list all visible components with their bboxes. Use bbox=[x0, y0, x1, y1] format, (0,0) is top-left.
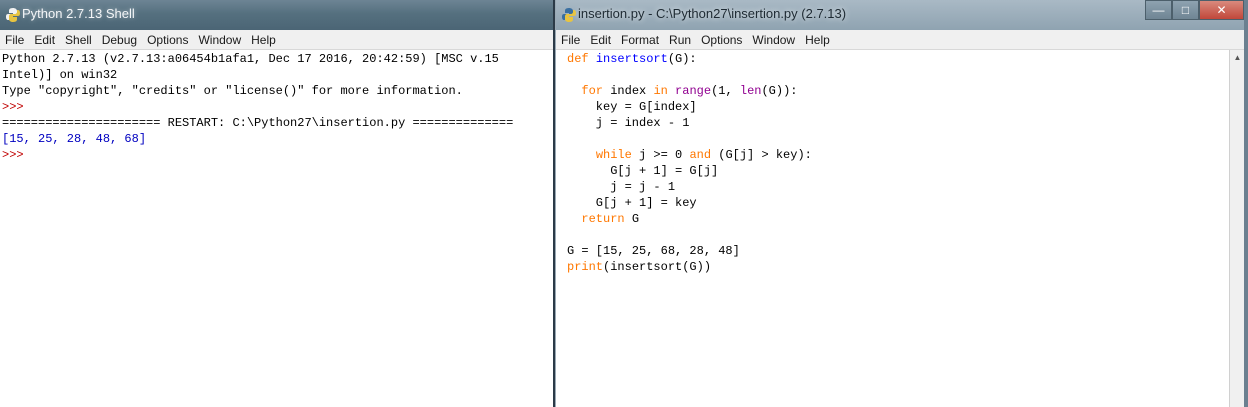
editor-title: insertion.py - C:\Python27\insertion.py … bbox=[578, 6, 847, 21]
code-token: G = [15, 25, 68, 28, 48] bbox=[567, 244, 740, 258]
code-token: len bbox=[739, 84, 762, 98]
code-editor[interactable]: def insertsort(G): for index in range(1,… bbox=[567, 51, 1228, 275]
editor-menu-options[interactable]: Options bbox=[696, 33, 747, 47]
code-token: insertsort bbox=[595, 52, 668, 66]
shell-line-out: Python 2.7.13 (v2.7.13:a06454b1afa1, Dec… bbox=[2, 52, 499, 66]
vertical-scrollbar[interactable]: ▲ bbox=[1229, 50, 1244, 407]
editor-window: insertion.py - C:\Python27\insertion.py … bbox=[555, 0, 1248, 407]
code-line: j = index - 1 bbox=[567, 115, 1228, 131]
editor-menu-window[interactable]: Window bbox=[747, 33, 800, 47]
shell-menu-options[interactable]: Options bbox=[142, 33, 193, 47]
window-controls: — □ ✕ bbox=[1145, 0, 1244, 20]
editor-menu-edit[interactable]: Edit bbox=[585, 33, 616, 47]
code-line: key = G[index] bbox=[567, 99, 1228, 115]
code-line: def insertsort(G): bbox=[567, 51, 1228, 67]
shell-menu-debug[interactable]: Debug bbox=[97, 33, 142, 47]
code-token: G[j + 1] = G[j] bbox=[567, 164, 719, 178]
code-token: G[j + 1] = key bbox=[567, 196, 697, 210]
shell-line-prompt: >>> bbox=[2, 100, 31, 114]
shell-menu-help[interactable]: Help bbox=[246, 33, 281, 47]
shell-menu-shell[interactable]: Shell bbox=[60, 33, 97, 47]
editor-menu-help[interactable]: Help bbox=[800, 33, 835, 47]
scroll-up-arrow-icon[interactable]: ▲ bbox=[1230, 50, 1245, 65]
code-token: (G)): bbox=[761, 84, 798, 98]
code-line: G[j + 1] = key bbox=[567, 195, 1228, 211]
code-token: def bbox=[567, 52, 596, 66]
code-token: print bbox=[567, 260, 604, 274]
code-line: return G bbox=[567, 211, 1228, 227]
code-token: for bbox=[581, 84, 604, 98]
shell-titlebar[interactable]: Python 2.7.13 Shell bbox=[0, 0, 553, 30]
code-line: G[j + 1] = G[j] bbox=[567, 163, 1228, 179]
shell-line-restart: ====================== RESTART: C:\Pytho… bbox=[2, 116, 514, 130]
shell-menu-edit[interactable]: Edit bbox=[29, 33, 60, 47]
shell-menubar: File Edit Shell Debug Options Window Help bbox=[0, 30, 553, 50]
shell-line-result: [15, 25, 28, 48, 68] bbox=[2, 132, 147, 146]
shell-line-prompt: >>> bbox=[2, 148, 31, 162]
python-icon bbox=[562, 8, 576, 22]
shell-menu-window[interactable]: Window bbox=[193, 33, 246, 47]
code-token: index bbox=[603, 84, 654, 98]
code-line: while j >= 0 and (G[j] > key): bbox=[567, 147, 1228, 163]
code-token: (insertsort(G)) bbox=[603, 260, 712, 274]
shell-output[interactable]: Python 2.7.13 (v2.7.13:a06454b1afa1, Dec… bbox=[2, 51, 553, 163]
code-token: G bbox=[624, 212, 640, 226]
shell-title: Python 2.7.13 Shell bbox=[22, 6, 135, 21]
maximize-button[interactable]: □ bbox=[1172, 0, 1199, 20]
code-token: while bbox=[595, 148, 632, 162]
code-token: (G): bbox=[667, 52, 697, 66]
code-token: return bbox=[581, 212, 625, 226]
code-line: for index in range(1, len(G)): bbox=[567, 83, 1228, 99]
code-token: (1, bbox=[711, 84, 740, 98]
code-line: j = j - 1 bbox=[567, 179, 1228, 195]
shell-line-out: Type "copyright", "credits" or "license(… bbox=[2, 84, 463, 98]
editor-menu-run[interactable]: Run bbox=[664, 33, 696, 47]
code-token: range bbox=[675, 84, 712, 98]
window-edge bbox=[1244, 0, 1248, 407]
editor-titlebar[interactable]: insertion.py - C:\Python27\insertion.py … bbox=[556, 0, 1248, 30]
shell-window: Python 2.7.13 Shell File Edit Shell Debug Op… bbox=[0, 0, 553, 407]
shell-line-out: Intel)] on win32 bbox=[2, 68, 118, 82]
code-token: key = G[index] bbox=[567, 100, 697, 114]
code-token: in bbox=[653, 84, 668, 98]
python-icon bbox=[6, 8, 20, 22]
editor-menubar: File Edit Format Run Options Window Help bbox=[556, 30, 1248, 50]
minimize-button[interactable]: — bbox=[1145, 0, 1172, 20]
code-line: print(insertsort(G)) bbox=[567, 259, 1228, 275]
code-line: G = [15, 25, 68, 28, 48] bbox=[567, 243, 1228, 259]
code-token: j >= 0 bbox=[631, 148, 690, 162]
close-button[interactable]: ✕ bbox=[1199, 0, 1244, 20]
code-token: j = j - 1 bbox=[567, 180, 676, 194]
code-token: and bbox=[689, 148, 712, 162]
code-token: (G[j] > key): bbox=[711, 148, 812, 162]
editor-menu-file[interactable]: File bbox=[556, 33, 585, 47]
code-token: j = index - 1 bbox=[567, 116, 690, 130]
shell-menu-file[interactable]: File bbox=[0, 33, 29, 47]
editor-menu-format[interactable]: Format bbox=[616, 33, 664, 47]
